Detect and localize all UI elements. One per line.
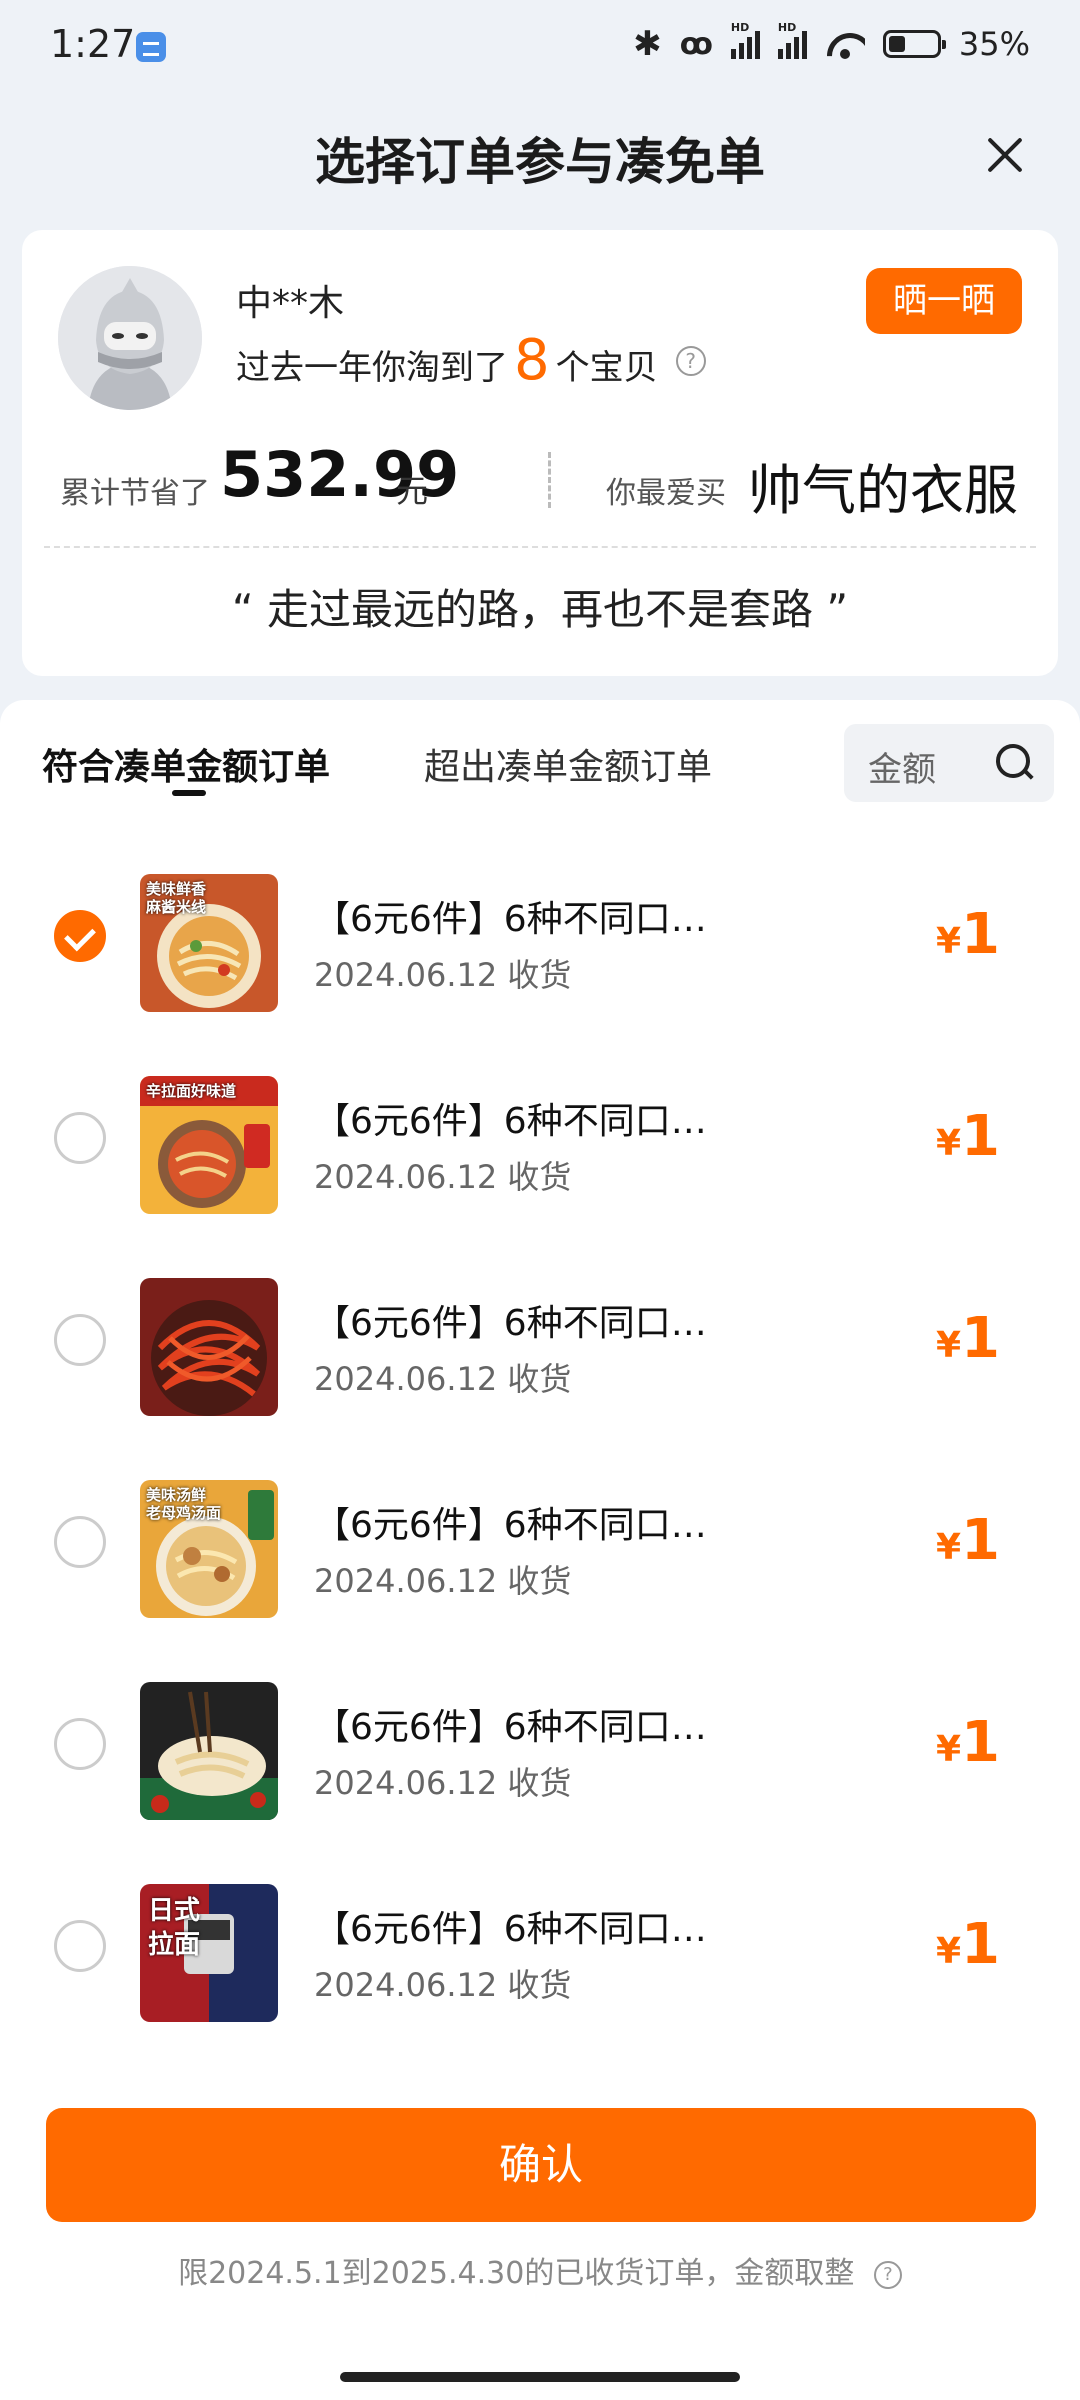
bought-count: 8 — [514, 328, 550, 393]
battery-icon — [882, 30, 946, 58]
product-image-label: 美味汤鲜 老母鸡汤面 — [146, 1486, 222, 1522]
saved-unit: 元 — [396, 472, 429, 510]
order-price: ¥1 — [936, 1710, 1000, 1775]
price-currency: ¥ — [935, 1527, 962, 1568]
product-image[interactable]: 日式 拉面 — [140, 1884, 278, 2022]
select-checkbox[interactable] — [54, 1112, 106, 1164]
username: 中**木 — [236, 283, 345, 324]
order-item[interactable]: 辛拉面好味道 【6元6件】6种不同口… 2024.06.12 收货 ¥1 — [0, 1042, 1080, 1244]
select-checkbox[interactable] — [54, 1718, 106, 1770]
select-checkbox[interactable] — [54, 1314, 106, 1366]
price-currency: ¥ — [935, 1729, 962, 1770]
share-button[interactable]: 晒一晒 — [866, 268, 1022, 334]
price-value: 1 — [961, 902, 1000, 967]
order-date: 2024.06.12 收货 — [314, 1764, 572, 1802]
order-title: 【6元6件】6种不同口… — [314, 1505, 707, 1546]
select-checkbox[interactable] — [54, 910, 106, 962]
order-date: 2024.06.12 收货 — [314, 1966, 572, 2004]
order-title: 【6元6件】6种不同口… — [314, 1101, 707, 1142]
price-value: 1 — [961, 1912, 1000, 1977]
order-item[interactable]: 日式 拉面 【6元6件】6种不同口… 2024.06.12 收货 ¥1 — [0, 1850, 1080, 2052]
quote: “ 走过最远的路，再也不是套路 ” — [231, 585, 849, 634]
product-image-label: 美味鲜香 麻酱米线 — [146, 880, 207, 916]
card-divider — [44, 546, 1036, 548]
bought-summary: 过去一年你淘到了 8 个宝贝 ? — [236, 328, 706, 393]
signal-1-icon: HD — [730, 21, 760, 59]
order-price: ¥1 — [936, 1104, 1000, 1169]
order-price: ¥1 — [936, 1912, 1000, 1977]
notification-app-icon — [136, 32, 166, 62]
footnote-help-icon[interactable]: ? — [873, 2260, 902, 2289]
price-value: 1 — [961, 1710, 1000, 1775]
bluetooth-icon: ✱ — [633, 24, 662, 64]
order-price: ¥1 — [936, 1508, 1000, 1573]
page-title: 选择订单参与凑免单 — [315, 133, 765, 191]
saved-label: 累计节省了 — [60, 476, 210, 511]
tab-indicator — [172, 790, 206, 796]
stats-divider — [548, 452, 551, 508]
close-icon[interactable] — [980, 130, 1030, 180]
bought-suffix: 个宝贝 — [555, 348, 658, 388]
price-value: 1 — [961, 1508, 1000, 1573]
order-date: 2024.06.12 收货 — [314, 1158, 572, 1196]
price-currency: ¥ — [935, 1325, 962, 1366]
order-item[interactable]: 美味汤鲜 老母鸡汤面 【6元6件】6种不同口… 2024.06.12 收货 ¥1 — [0, 1446, 1080, 1648]
select-checkbox[interactable] — [54, 1920, 106, 1972]
order-list: 美味鲜香 麻酱米线 【6元6件】6种不同口… 2024.06.12 收货 ¥1 … — [0, 840, 1080, 2052]
price-currency: ¥ — [935, 1931, 962, 1972]
search-placeholder: 金额 — [868, 750, 936, 790]
order-date: 2024.06.12 收货 — [314, 1562, 572, 1600]
favorite-label: 你最爱买 — [606, 476, 726, 511]
select-checkbox[interactable] — [54, 1516, 106, 1568]
status-icons: ✱ ꝏ HD HD 35% — [633, 21, 1030, 64]
status-time: 1:27 — [50, 22, 136, 66]
price-value: 1 — [961, 1104, 1000, 1169]
order-price: ¥1 — [936, 902, 1000, 967]
profile-card: 中**木 过去一年你淘到了 8 个宝贝 ? 晒一晒 累计节省了 532.99 元… — [22, 230, 1058, 676]
order-title: 【6元6件】6种不同口… — [314, 1707, 707, 1748]
favorite-value: 帅气的衣服 — [748, 459, 1018, 522]
order-price: ¥1 — [936, 1306, 1000, 1371]
order-item[interactable]: 【6元6件】6种不同口… 2024.06.12 收货 ¥1 — [0, 1244, 1080, 1446]
price-currency: ¥ — [935, 1123, 962, 1164]
footnote-text: 限2024.5.1到2025.4.30的已收货订单，金额取整 — [178, 2256, 855, 2291]
order-title: 【6元6件】6种不同口… — [314, 899, 707, 940]
bought-prefix: 过去一年你淘到了 — [236, 348, 508, 388]
order-item[interactable]: 美味鲜香 麻酱米线 【6元6件】6种不同口… 2024.06.12 收货 ¥1 — [0, 840, 1080, 1042]
avatar[interactable] — [58, 266, 202, 410]
order-item[interactable]: 【6元6件】6种不同口… 2024.06.12 收货 ¥1 — [0, 1648, 1080, 1850]
wifi-icon — [825, 29, 865, 59]
product-image[interactable] — [140, 1682, 278, 1820]
order-date: 2024.06.12 收货 — [314, 1360, 572, 1398]
tab-exceeding-orders[interactable]: 超出凑单金额订单 — [424, 738, 712, 790]
order-title: 【6元6件】6种不同口… — [314, 1303, 707, 1344]
product-image-label: 辛拉面好味道 — [146, 1082, 237, 1100]
order-title: 【6元6件】6种不同口… — [314, 1909, 707, 1950]
help-icon[interactable]: ? — [675, 345, 706, 376]
product-image[interactable] — [140, 1278, 278, 1416]
confirm-button[interactable]: 确认 — [46, 2108, 1036, 2222]
earbuds-icon: ꝏ — [679, 26, 713, 62]
amount-search-input[interactable]: 金额 — [844, 724, 1054, 802]
product-image[interactable]: 辛拉面好味道 — [140, 1076, 278, 1214]
status-bar: 1:27 ✱ ꝏ HD HD 35% — [0, 0, 1080, 96]
home-indicator[interactable] — [340, 2372, 740, 2382]
search-icon[interactable] — [996, 744, 1034, 782]
product-image-label: 日式 拉面 — [148, 1896, 201, 1960]
price-currency: ¥ — [935, 921, 962, 962]
product-image[interactable]: 美味汤鲜 老母鸡汤面 — [140, 1480, 278, 1618]
battery-percent: 35% — [958, 25, 1030, 63]
tab-eligible-orders[interactable]: 符合凑单金额订单 — [42, 738, 330, 790]
price-value: 1 — [961, 1306, 1000, 1371]
product-image[interactable]: 美味鲜香 麻酱米线 — [140, 874, 278, 1012]
order-date: 2024.06.12 收货 — [314, 956, 572, 994]
signal-2-icon: HD — [777, 21, 807, 59]
footnote: 限2024.5.1到2025.4.30的已收货订单，金额取整 ? — [0, 2248, 1080, 2292]
